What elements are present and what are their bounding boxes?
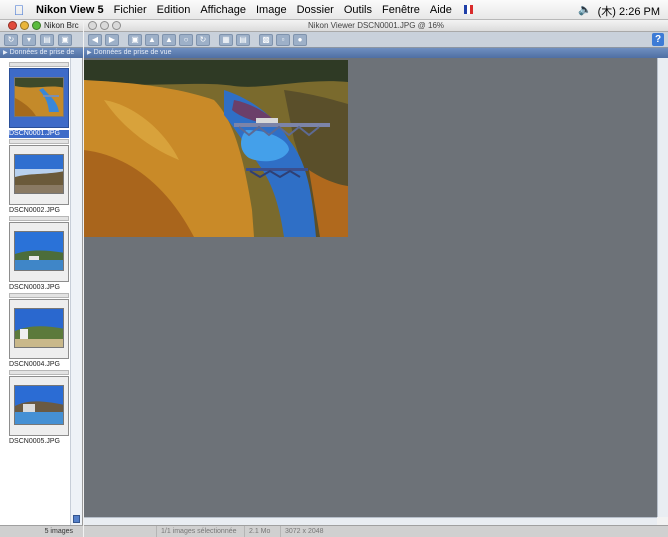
thumbnail-image <box>14 77 64 117</box>
thumbnail-item[interactable]: DSCN0005.JPG <box>8 370 70 447</box>
menu-aide[interactable]: Aide <box>430 4 452 16</box>
crop-icon[interactable]: ▤ <box>236 33 250 46</box>
viewer-toolbar: ◀ ▶ ▣ ▲ ▲ ○ ↻ ▦ ▤ ▩ ▫ ● ? <box>84 32 668 48</box>
triangle-up-icon[interactable]: ▲ <box>145 33 159 46</box>
sidebar-scrollbar[interactable] <box>70 58 82 525</box>
browser-title-bar[interactable]: Nikon Brc <box>0 20 83 32</box>
arrow-down-icon[interactable]: ▾ <box>22 33 36 46</box>
thumbnail-item[interactable]: DSCN0003.JPG <box>8 216 70 293</box>
viewer-vertical-scrollbar[interactable] <box>657 58 668 517</box>
thumbnail-label: DSCN0004.JPG <box>9 361 60 368</box>
viewer-title-bar[interactable]: Nikon Viewer DSCN0001.JPG @ 16% <box>84 20 668 32</box>
browser-shooting-data-label: Données de prise de <box>9 49 75 56</box>
flag-stripe-red <box>469 5 473 14</box>
menu-fenetre[interactable]: Fenêtre <box>382 4 420 16</box>
next-icon[interactable]: ▶ <box>105 33 119 46</box>
viewer-shooting-data-label: Données de prise de vue <box>93 49 172 56</box>
thumbnail-header <box>9 370 69 375</box>
zoom-icon[interactable]: ▲ <box>162 33 176 46</box>
volume-icon[interactable]: 🔈 <box>578 3 592 19</box>
menu-edition[interactable]: Edition <box>157 4 191 16</box>
search-icon[interactable]: ○ <box>179 33 193 46</box>
adjust-icon[interactable]: ▦ <box>219 33 233 46</box>
thumbnail-header <box>9 293 69 298</box>
viewer-shooting-data-header[interactable]: ▶ Données de prise de vue <box>84 48 668 58</box>
thumbnail-label: DSCN0003.JPG <box>9 284 60 291</box>
thumbnail-frame[interactable] <box>9 222 69 282</box>
menu-fichier[interactable]: Fichier <box>114 4 147 16</box>
menu-app-name[interactable]: Nikon View 5 <box>36 4 104 16</box>
thumbnail-item[interactable]: DSCN0002.JPG <box>8 139 70 216</box>
thumbnail-sidebar: DSCN0001.JPG DSCN0002.JPG DSCN0003.JPG D… <box>0 58 83 525</box>
dimensions-status: 3072 x 2048 <box>280 526 328 537</box>
zoom-button[interactable] <box>32 21 41 30</box>
menu-image[interactable]: Image <box>256 4 287 16</box>
thumbnail-label: DSCN0005.JPG <box>9 438 60 445</box>
folder-icon[interactable]: ▤ <box>40 33 54 46</box>
globe-icon[interactable]: ● <box>293 33 307 46</box>
thumbnail-image <box>14 308 64 348</box>
thumbnail-frame[interactable] <box>9 299 69 359</box>
thumbnail-image <box>14 231 64 271</box>
selection-status: 1/1 images sélectionnée <box>156 526 241 537</box>
sidebar-scroll-thumb[interactable] <box>73 515 80 523</box>
thumbnail-frame[interactable] <box>9 376 69 436</box>
menu-extras: 🔈 (木) 2:26 PM <box>578 3 660 19</box>
browser-shooting-data-header[interactable]: ▶ Données de prise de <box>0 48 83 58</box>
rotate-icon[interactable]: ↻ <box>4 33 18 46</box>
disclosure-triangle-icon[interactable]: ▶ <box>3 50 8 56</box>
file-size-status: 2.1 Mo <box>244 526 274 537</box>
window-icon[interactable]: ▣ <box>58 33 72 46</box>
thumbnail-header <box>9 216 69 221</box>
viewer-horizontal-scrollbar[interactable] <box>84 517 657 525</box>
menu-dossier[interactable]: Dossier <box>297 4 334 16</box>
menu-affichage[interactable]: Affichage <box>200 4 246 16</box>
image-count: 5 images <box>44 528 73 535</box>
browser-toolbar: ↻ ▾ ▤ ▣ <box>0 32 83 48</box>
thumbnail-item[interactable]: DSCN0004.JPG <box>8 293 70 370</box>
thumbnail-label: DSCN0002.JPG <box>9 207 60 214</box>
browser-window-title: Nikon Brc <box>44 21 79 30</box>
browser-status-bar: 5 images <box>0 525 83 537</box>
thumbnail-frame[interactable] <box>9 68 69 128</box>
viewer-status-bar: 1/1 images sélectionnée 2.1 Mo 3072 x 20… <box>84 525 668 537</box>
menu-outils[interactable]: Outils <box>344 4 372 16</box>
apple-icon[interactable]:  <box>8 2 30 18</box>
thumbnail-label: DSCN0001.JPG <box>9 130 69 138</box>
thumbnail-header <box>9 139 69 144</box>
image-viewer <box>84 58 657 517</box>
fit-icon[interactable]: ▣ <box>128 33 142 46</box>
close-button[interactable] <box>8 21 17 30</box>
thumbnail-image <box>14 154 64 194</box>
thumbnail-list: DSCN0001.JPG DSCN0002.JPG DSCN0003.JPG D… <box>8 62 70 447</box>
thumbnail-image <box>14 385 64 425</box>
viewer-window-title: Nikon Viewer DSCN0001.JPG @ 16% <box>307 21 445 30</box>
minimize-button[interactable] <box>20 21 29 30</box>
screen:  Nikon View 5 Fichier Edition Affichage… <box>0 0 668 537</box>
disclosure-triangle-icon[interactable]: ▶ <box>87 50 92 56</box>
menu-clock[interactable]: (木) 2:26 PM <box>598 3 660 19</box>
menu-bar:  Nikon View 5 Fichier Edition Affichage… <box>0 0 668 20</box>
print-icon[interactable]: ▩ <box>259 33 273 46</box>
thumbnail-item[interactable]: DSCN0001.JPG <box>8 62 70 139</box>
main-photo <box>84 60 348 237</box>
thumbnail-header <box>9 62 69 67</box>
mail-icon[interactable]: ▫ <box>276 33 290 46</box>
french-flag-icon[interactable] <box>463 5 473 14</box>
help-button[interactable]: ? <box>652 33 664 46</box>
rotate-right-icon[interactable]: ↻ <box>196 33 210 46</box>
browser-window-controls <box>8 21 41 30</box>
previous-icon[interactable]: ◀ <box>88 33 102 46</box>
thumbnail-frame[interactable] <box>9 145 69 205</box>
